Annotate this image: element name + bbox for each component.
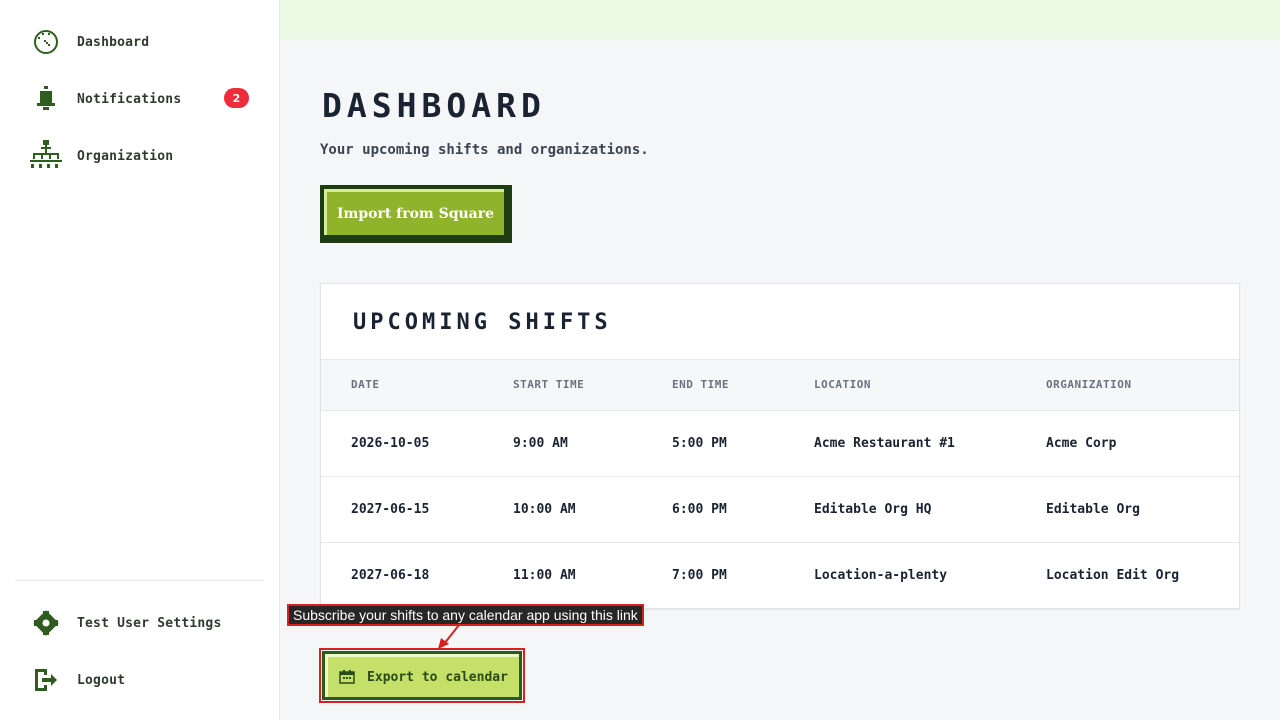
gear-icon [30,607,62,639]
sidebar-item-logout[interactable]: Logout [30,663,260,697]
upcoming-shifts-card: Upcoming Shifts Date Start Time End Time… [320,283,1240,609]
table-row: 2027-06-18 11:00 AM 7:00 PM Location-a-p… [321,543,1239,609]
sidebar-item-organization[interactable]: Organization [30,139,260,173]
notification-count-badge: 2 [224,88,249,108]
page-subtitle: Your upcoming shifts and organizations. [320,142,649,158]
sidebar-item-label: Logout [77,672,126,688]
export-button-inner: Export to calendar [325,654,519,697]
dashboard-gauge-icon [30,26,62,58]
cell-start-time: 9:00 AM [513,436,568,451]
column-header-location: Location [814,378,871,391]
cell-start-time: 11:00 AM [513,568,576,583]
cell-organization: Location Edit Org [1046,568,1180,583]
logout-icon [30,664,62,696]
org-chart-icon [30,140,62,172]
cell-location: Location-a-plenty [814,568,948,583]
calendar-icon [339,670,355,684]
cell-location: Editable Org HQ [814,502,932,517]
bell-icon [30,83,62,115]
table-header: Date Start Time End Time Location Organi… [321,359,1239,411]
export-button-frame: Export to calendar [322,651,522,700]
column-header-date: Date [351,378,380,391]
column-header-start-time: Start Time [513,378,585,391]
cell-date: 2027-06-18 [351,568,430,583]
table-row: 2026-10-05 9:00 AM 5:00 PM Acme Restaura… [321,411,1239,477]
sidebar-item-settings[interactable]: Test User Settings [30,606,260,640]
column-header-organization: Organization [1046,378,1132,391]
cell-date: 2027-06-15 [351,502,430,517]
top-banner [280,0,1280,40]
sidebar: Dashboard Notifications 2 Organization T… [0,0,280,720]
cell-start-time: 10:00 AM [513,502,576,517]
cell-organization: Editable Org [1046,502,1140,517]
cell-end-time: 7:00 PM [672,568,727,583]
page-title: Dashboard [322,86,546,125]
column-header-end-time: End Time [672,378,729,391]
sidebar-divider [15,580,264,581]
cell-date: 2026-10-05 [351,436,430,451]
export-button-label: Export to calendar [367,669,508,685]
export-tooltip: Subscribe your shifts to any calendar ap… [287,604,644,626]
sidebar-item-label: Dashboard [77,34,150,50]
import-button-label: Import from Square [324,189,504,235]
sidebar-item-label: Test User Settings [77,615,222,631]
export-to-calendar-button[interactable]: Export to calendar [319,648,525,703]
cell-end-time: 5:00 PM [672,436,727,451]
table-row: 2027-06-15 10:00 AM 6:00 PM Editable Org… [321,477,1239,543]
cell-location: Acme Restaurant #1 [814,436,955,451]
sidebar-item-notifications[interactable]: Notifications 2 [30,82,260,116]
import-from-square-button[interactable]: Import from Square [320,185,512,243]
card-title: Upcoming Shifts [353,310,612,335]
sidebar-item-label: Organization [77,148,174,164]
cell-organization: Acme Corp [1046,436,1117,451]
cell-end-time: 6:00 PM [672,502,727,517]
sidebar-item-label: Notifications [77,91,182,107]
sidebar-item-dashboard[interactable]: Dashboard [30,25,260,59]
